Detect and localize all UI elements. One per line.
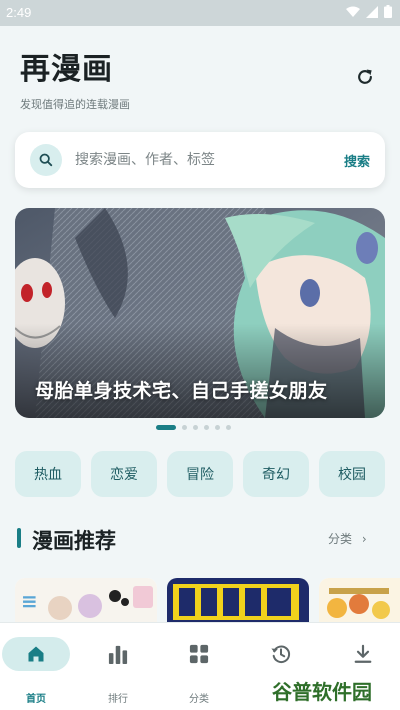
app-header: 再漫画 发现值得追的连载漫画: [20, 44, 130, 112]
download-icon: [354, 644, 372, 663]
search-bar[interactable]: 搜索: [15, 132, 385, 188]
section-title: 漫画推荐: [32, 529, 116, 553]
carousel-dot[interactable]: [193, 425, 198, 430]
status-bar: 2:49: [0, 0, 400, 26]
status-icons: [346, 5, 392, 18]
carousel-dot[interactable]: [204, 425, 209, 430]
carousel-dot[interactable]: [215, 425, 220, 430]
app-title: 再漫画: [20, 52, 113, 87]
grid-icon: [189, 644, 209, 664]
section-more-label: 分类: [328, 532, 353, 546]
carousel-dot[interactable]: [226, 425, 231, 430]
nav-item-ranking[interactable]: 排行: [78, 635, 158, 705]
bar-chart-icon: [108, 645, 128, 664]
category-chip-fantasy[interactable]: 奇幻: [243, 451, 309, 497]
comic-card[interactable]: [167, 578, 309, 626]
refresh-button[interactable]: [352, 64, 378, 90]
banner-title: 母胎单身技术宅、自己手搓女朋友: [35, 380, 328, 402]
category-chip-hot-blood[interactable]: 热血: [15, 451, 81, 497]
carousel-indicator: [156, 425, 231, 430]
category-chip-romance[interactable]: 恋爱: [91, 451, 157, 497]
comic-card[interactable]: [319, 578, 400, 626]
wifi-icon: [346, 6, 360, 17]
carousel-dot-active[interactable]: [156, 425, 176, 430]
watermark-text: 谷普软件园: [272, 680, 372, 704]
comic-card[interactable]: ≡: [15, 578, 157, 626]
category-chips: 热血 恋爱 冒险 奇幻 校园: [15, 451, 385, 497]
svg-text:≡: ≡: [21, 589, 38, 613]
nav-label-ranking: 排行: [108, 694, 128, 705]
recommendation-list: ≡: [15, 578, 400, 626]
history-icon: [271, 645, 291, 664]
section-accent-bar: [17, 528, 21, 548]
nav-item-home[interactable]: 首页: [0, 635, 76, 705]
nav-label-home: 首页: [26, 694, 46, 705]
search-submit-button[interactable]: 搜索: [344, 151, 370, 170]
section-more-link[interactable]: 分类 ›: [328, 530, 367, 547]
carousel-dot[interactable]: [182, 425, 187, 430]
nav-label-category: 分类: [189, 694, 209, 705]
category-chip-adventure[interactable]: 冒险: [167, 451, 233, 497]
comic-cover: [319, 578, 400, 626]
banner-carousel[interactable]: 母胎单身技术宅、自己手搓女朋友: [15, 208, 385, 418]
search-input[interactable]: [75, 150, 315, 170]
status-time: 2:49: [6, 5, 32, 20]
refresh-icon: [358, 69, 372, 84]
category-chip-school[interactable]: 校园: [319, 451, 385, 497]
comic-cover: [167, 578, 309, 626]
search-icon[interactable]: [30, 144, 62, 176]
app-subtitle: 发现值得追的连载漫画: [20, 98, 130, 111]
battery-icon: [384, 5, 392, 18]
comic-cover: ≡: [15, 578, 157, 626]
home-icon: [28, 646, 44, 662]
signal-icon: [366, 5, 378, 18]
chevron-right-icon: ›: [361, 532, 367, 546]
nav-item-category[interactable]: 分类: [159, 635, 239, 705]
